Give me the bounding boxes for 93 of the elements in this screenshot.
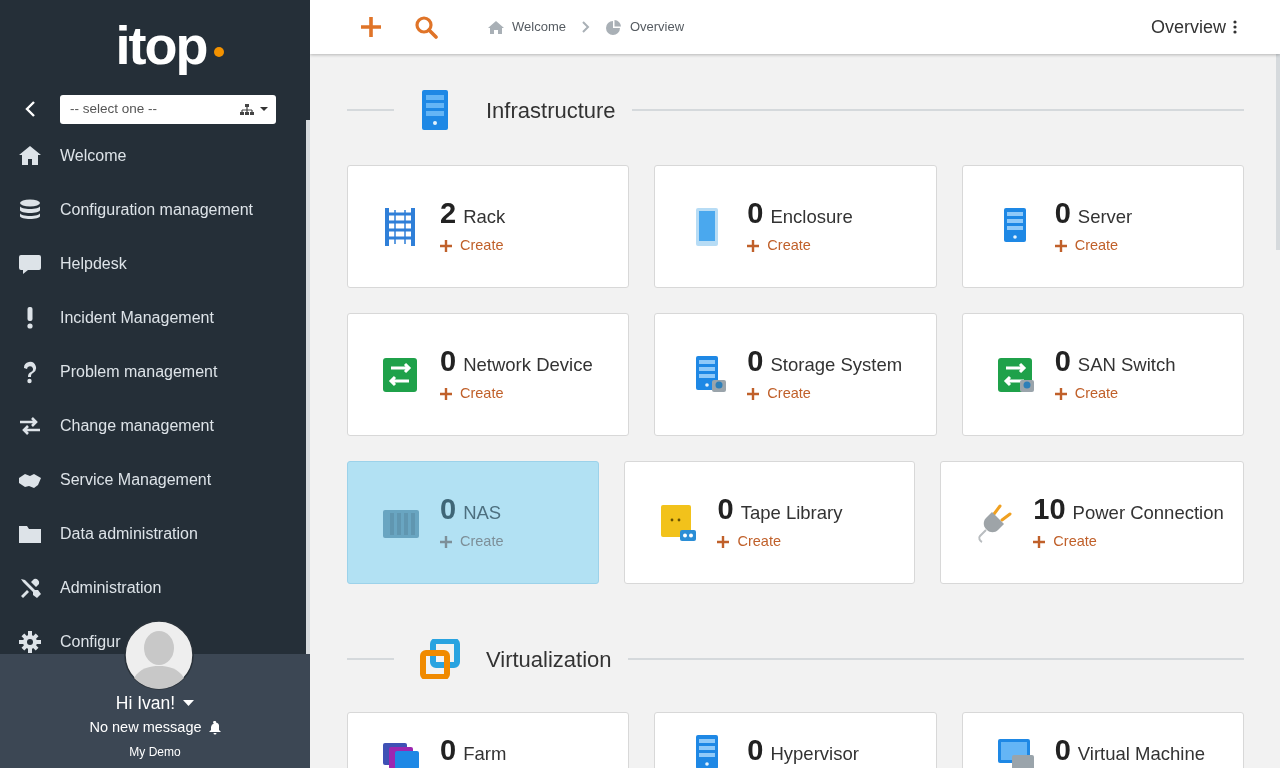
object-name: Server [1077,205,1133,230]
object-card[interactable]: 0 Enclosure Create [654,165,937,288]
home-icon [18,144,42,168]
home-icon [488,19,504,35]
question-icon [23,360,37,384]
menu-item[interactable]: Problem management [18,357,218,387]
create-link[interactable]: Create [1033,531,1224,553]
create-link[interactable]: Create [440,383,593,405]
menu-item[interactable]: Service Management [18,465,212,495]
object-count: 0 [717,492,734,527]
section-title: Infrastructure [486,96,616,125]
object-card[interactable]: 0 Storage System Create [654,313,937,436]
object-name: SAN Switch [1077,353,1176,378]
create-link[interactable]: Create [747,235,853,257]
object-count: 0 [1054,344,1071,379]
object-card[interactable]: 0 Hypervisor [654,712,937,768]
plus-icon [717,535,730,548]
plus-icon [747,387,760,400]
object-count: 0 [440,733,457,767]
plus-icon [747,239,760,252]
object-card[interactable]: 0 SAN Switch Create [961,313,1244,436]
object-count: 0 [1054,733,1071,767]
plus-icon [1054,387,1067,400]
kebab-menu-icon[interactable] [1233,20,1237,34]
object-card[interactable]: 0 Virtual Machine [961,712,1244,768]
caret-icon [260,107,268,111]
create-link[interactable]: Create [1054,383,1176,405]
object-count: 0 [440,344,457,379]
object-name: Enclosure [770,205,853,230]
object-card[interactable]: 0 Farm [347,712,630,768]
user-menu[interactable]: Hi Ivan! [115,692,195,714]
object-card[interactable]: 0 Network Device Create [347,313,630,436]
menu-item[interactable]: Configur [18,627,121,657]
pie-chart-icon [605,19,622,35]
chat-icon [18,252,42,276]
create-link[interactable]: Create [1054,235,1133,257]
gear-icon [18,630,42,654]
object-count: 0 [440,492,457,527]
chevron-icon [581,21,590,33]
section-title: Virtualization [486,645,612,674]
object-count: 10 [1033,492,1066,527]
page-title: Overview [1151,15,1226,39]
menu-item[interactable]: Incident Management [18,303,214,333]
object-name: Hypervisor [770,742,859,766]
menu-item[interactable]: Change management [18,411,214,441]
breadcrumb-link[interactable]: Overview [605,17,685,37]
database-icon [18,198,42,222]
breadcrumb-link[interactable]: Welcome [488,17,566,37]
object-name: Tape Library [740,501,843,526]
overlapping-squares-icon [420,639,460,679]
bell-icon [208,720,221,735]
caret-icon [183,700,195,706]
object-name: Storage System [770,353,903,378]
organization-name: My Demo [129,743,181,761]
user-avatar [124,620,194,690]
plus-icon [440,535,452,548]
object-count: 0 [1054,196,1071,231]
object-card[interactable]: 10 Power Connection Create [940,461,1244,584]
object-name: NAS [463,501,502,526]
object-count: 2 [440,196,457,231]
menu-item[interactable]: Helpdesk [18,249,127,279]
object-card[interactable]: 0 Server Create [961,165,1244,288]
plus-icon[interactable] [360,16,382,38]
tools-icon [18,576,42,600]
create-link[interactable]: Create [717,531,843,553]
create-link[interactable]: Create [747,383,903,405]
object-card[interactable]: 2 Rack Create [347,165,630,288]
menu-item[interactable]: Configuration management [18,195,253,225]
object-name: Rack [463,205,506,230]
search-icon[interactable] [415,15,438,39]
menu-item[interactable]: Data administration [18,519,198,549]
object-count: 0 [747,196,764,231]
menu-item[interactable]: Welcome [18,141,127,171]
plus-icon [440,387,452,400]
select-field[interactable]: -- select one -- [60,94,276,124]
object-count: 0 [747,344,764,379]
plus-icon [440,239,452,252]
menu-item[interactable]: Administration [18,573,162,603]
plus-icon [1033,535,1046,548]
object-card[interactable]: 0 NAS Create [347,461,600,584]
object-count: 0 [747,733,764,767]
create-link[interactable]: Create [440,235,506,257]
back-icon[interactable] [24,100,37,118]
object-name: Farm [463,742,507,766]
object-card[interactable]: 0 Tape Library Create [624,461,916,584]
plus-icon [1054,239,1067,252]
object-name: Power Connection [1072,501,1224,526]
object-name: Network Device [463,353,593,378]
object-name: Virtual Machine [1077,742,1205,766]
hierarchy-icon [240,103,254,115]
message-text: No new message [89,718,202,737]
scrollbar[interactable] [306,120,310,655]
exclamation-icon [27,306,33,330]
